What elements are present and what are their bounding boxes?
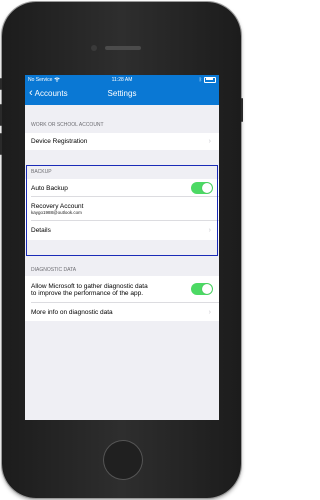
status-time: 11:28 AM <box>111 76 133 83</box>
home-button[interactable] <box>103 440 143 480</box>
camera-icon <box>91 45 97 51</box>
allow-diagnostic-row: Allow Microsoft to gather diagnostic dat… <box>25 276 219 303</box>
more-info-row[interactable]: More info on diagnostic data › <box>25 303 219 321</box>
allow-diagnostic-line2: to improve the performance of the app. <box>31 289 144 297</box>
volume-up-button <box>0 104 2 126</box>
power-button <box>241 98 243 122</box>
nav-bar: ‹ Accounts Settings <box>25 84 219 105</box>
app-screen: No Service 11:28 AM ᛒ ‹ Accounts Setting… <box>25 75 219 420</box>
device-registration-label: Device Registration <box>31 138 88 145</box>
device-registration-row[interactable]: Device Registration › <box>25 133 219 150</box>
chevron-right-icon: › <box>208 138 211 145</box>
allow-diagnostic-line1: Allow Microsoft to gather diagnostic dat… <box>31 282 148 290</box>
speaker-grill <box>105 46 141 50</box>
mute-switch <box>0 78 2 90</box>
chevron-right-icon: › <box>208 308 211 316</box>
battery-icon <box>204 76 216 83</box>
page-title: Settings <box>107 89 137 98</box>
more-info-label: More info on diagnostic data <box>31 308 113 316</box>
status-bar: No Service 11:28 AM ᛒ <box>25 75 219 84</box>
backup-highlight-box <box>26 165 218 256</box>
volume-down-button <box>0 133 2 155</box>
section-header-diagnostic: DIAGNOSTIC DATA <box>31 267 77 273</box>
section-header-work: WORK OR SCHOOL ACCOUNT <box>31 122 104 128</box>
allow-diagnostic-toggle[interactable] <box>191 283 213 295</box>
